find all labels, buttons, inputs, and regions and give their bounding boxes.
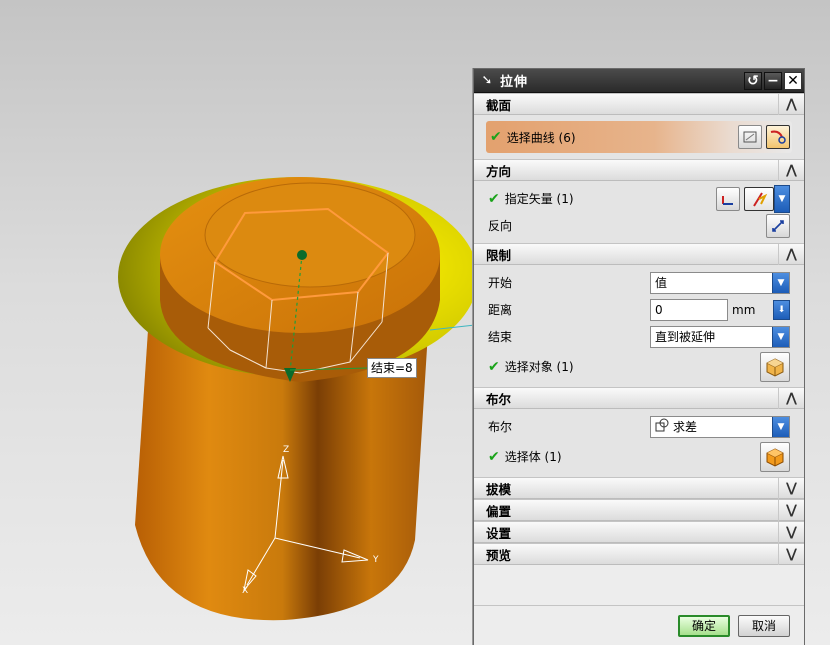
end-select[interactable]: 直到被延伸 ▼: [650, 325, 790, 348]
vector-dialog-icon[interactable]: [716, 186, 740, 211]
preview-header[interactable]: 预览 ⋁: [474, 543, 804, 565]
chevron-up-icon[interactable]: ⋀: [778, 94, 804, 115]
chevron-down-icon[interactable]: ⋁: [778, 500, 804, 521]
start-select[interactable]: 值 ▼: [650, 271, 790, 294]
vector-origin-handle[interactable]: [297, 250, 307, 260]
distance-input[interactable]: 0: [650, 298, 728, 321]
z-axis-label: Z: [283, 445, 290, 455]
close-button[interactable]: ✕: [784, 71, 802, 90]
select-object-label: 选择对象 (1): [504, 360, 574, 374]
y-axis-label: Y: [373, 555, 379, 565]
chevron-up-icon[interactable]: ⋀: [778, 160, 804, 181]
vector-inference-icon[interactable]: [744, 186, 774, 211]
start-select-value: 值: [655, 276, 668, 290]
cancel-button[interactable]: 取消: [738, 614, 790, 637]
direction-header-label: 方向: [486, 163, 512, 179]
sketch-section-icon[interactable]: [738, 125, 762, 149]
limits-header[interactable]: 限制 ⋀: [474, 243, 804, 265]
dialog-title: 拉伸: [500, 75, 529, 90]
chevron-down-icon[interactable]: ⋁: [778, 478, 804, 499]
end-select-value: 直到被延伸: [655, 330, 716, 344]
vector-dropdown-icon[interactable]: ▼: [774, 184, 790, 213]
select-curve-label: 选择曲线 (6): [506, 130, 576, 145]
direction-header[interactable]: 方向 ⋀: [474, 159, 804, 181]
select-body-row[interactable]: ✔ 选择体 (1): [474, 440, 804, 473]
x-axis-label: X: [242, 586, 249, 596]
extrude-dialog: ➘ 拉伸 ↺ − ✕ 截面 ⋀ ✔ 选择曲线 (6) 方向 ⋀ ✔ 指定矢量 (…: [473, 68, 805, 645]
check-icon: ✔: [490, 129, 502, 145]
select-body-label: 选择体 (1): [504, 450, 562, 464]
start-row: 开始 值 ▼: [474, 269, 804, 296]
check-icon: ✔: [488, 448, 500, 465]
section-header[interactable]: 截面 ⋀: [474, 93, 804, 115]
subtract-icon: [655, 418, 673, 435]
section-header-label: 截面: [486, 97, 512, 113]
distance-unit: mm: [732, 302, 756, 317]
reverse-direction-row: 反向: [474, 212, 804, 239]
boolean-select[interactable]: 求差 ▼: [650, 415, 790, 438]
boolean-header[interactable]: 布尔 ⋀: [474, 387, 804, 409]
chevron-up-icon[interactable]: ⋀: [778, 244, 804, 265]
pin-icon[interactable]: ➘: [478, 73, 496, 88]
chevron-down-icon[interactable]: ⋁: [778, 522, 804, 543]
distance-options-icon[interactable]: ⬇: [773, 299, 790, 320]
reverse-direction-label: 反向: [488, 219, 513, 233]
ok-button[interactable]: 确定: [678, 614, 730, 637]
distance-row: 距离 0 mm ⬇: [474, 296, 804, 323]
limits-header-label: 限制: [486, 247, 512, 263]
chevron-down-icon[interactable]: ▼: [772, 326, 789, 347]
select-object-row[interactable]: ✔ 选择对象 (1): [474, 350, 804, 383]
boolean-row: 布尔 求差 ▼: [474, 413, 804, 440]
preview-header-label: 预览: [486, 547, 512, 563]
chevron-down-icon[interactable]: ▼: [772, 272, 789, 293]
check-icon: ✔: [488, 190, 500, 207]
chevron-up-icon[interactable]: ⋀: [778, 388, 804, 409]
dialog-titlebar[interactable]: ➘ 拉伸 ↺ − ✕: [474, 69, 804, 93]
settings-header[interactable]: 设置 ⋁: [474, 521, 804, 543]
chevron-down-icon[interactable]: ▼: [772, 416, 789, 437]
check-icon: ✔: [488, 358, 500, 375]
draft-header-label: 拔模: [486, 481, 512, 497]
distance-field[interactable]: 0 mm ⬇: [650, 298, 790, 321]
dialog-footer: 确定 取消: [474, 605, 804, 645]
boolean-header-label: 布尔: [486, 391, 512, 407]
minimize-button[interactable]: −: [764, 71, 782, 90]
draft-header[interactable]: 拔模 ⋁: [474, 477, 804, 499]
select-body-cube-icon[interactable]: [760, 441, 790, 472]
chevron-down-icon[interactable]: ⋁: [778, 544, 804, 565]
specify-vector-label: 指定矢量 (1): [504, 192, 574, 206]
offset-header[interactable]: 偏置 ⋁: [474, 499, 804, 521]
curve-select-icon[interactable]: [766, 125, 790, 149]
boolean-select-value: 求差: [673, 420, 698, 434]
reverse-direction-icon[interactable]: [766, 213, 790, 238]
select-curve-row[interactable]: ✔ 选择曲线 (6): [486, 121, 792, 153]
specify-vector-row[interactable]: ✔ 指定矢量 (1) ▼: [474, 184, 804, 213]
end-distance-callout[interactable]: 结束=8: [367, 358, 417, 378]
reset-button[interactable]: ↺: [744, 71, 762, 90]
end-row: 结束 直到被延伸 ▼: [474, 323, 804, 350]
offset-header-label: 偏置: [486, 503, 512, 519]
settings-header-label: 设置: [486, 525, 512, 541]
select-object-cube-icon[interactable]: [760, 351, 790, 382]
